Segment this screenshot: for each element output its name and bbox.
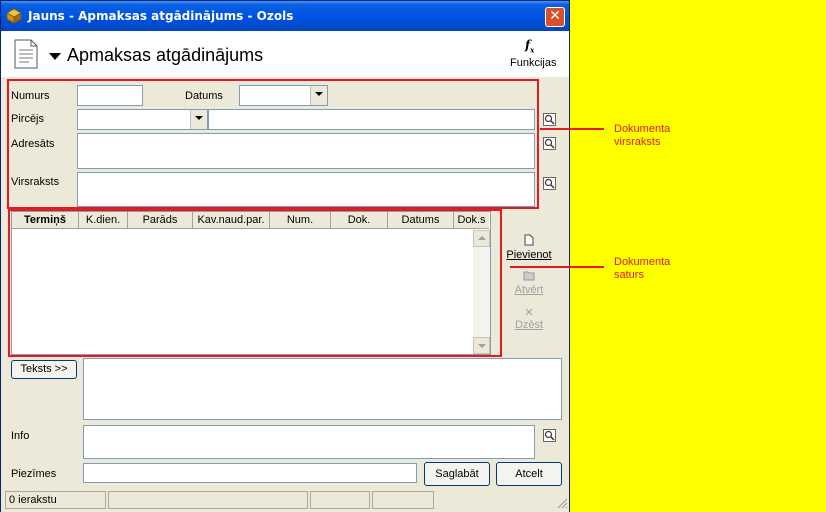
status-cell-2 [108, 491, 308, 509]
header-menu-arrow-icon[interactable] [49, 53, 61, 60]
content-highlight-box [8, 209, 502, 357]
cancel-button[interactable]: Atcelt [496, 462, 562, 486]
status-record-count: 0 ierakstu [5, 491, 106, 509]
lookup-icon[interactable] [543, 113, 556, 126]
notes-label: Piezīmes [11, 468, 57, 480]
app-window: Jauns - Apmaksas atgādinājums - Ozols ✕ … [0, 0, 570, 512]
content-annotation: Dokumenta saturs [614, 256, 671, 281]
folder-open-icon [523, 271, 535, 281]
functions-button[interactable]: Funkcijas [510, 57, 556, 69]
status-cell-4 [372, 491, 434, 509]
add-row-button[interactable]: Pievienot [503, 234, 555, 261]
document-icon [14, 39, 38, 69]
document-type-title: Apmaksas atgādinājums [67, 45, 264, 65]
app-icon [6, 8, 22, 24]
close-button[interactable]: ✕ [545, 7, 565, 27]
save-button[interactable]: Saglabāt [424, 462, 490, 486]
lookup-icon[interactable] [543, 137, 556, 150]
header-annotation-line [540, 128, 604, 130]
info-textarea[interactable] [83, 425, 535, 459]
text-textarea[interactable] [83, 358, 562, 420]
fx-icon[interactable]: fx [525, 38, 534, 54]
header-highlight-box [7, 79, 539, 209]
resize-grip-icon[interactable] [556, 497, 568, 509]
title-bar[interactable]: Jauns - Apmaksas atgādinājums - Ozols ✕ [1, 1, 569, 31]
delete-icon: ✕ [524, 307, 534, 319]
close-icon: ✕ [549, 8, 561, 24]
window-title: Jauns - Apmaksas atgādinājums - Ozols [28, 9, 294, 23]
content-annotation-line [510, 266, 604, 268]
text-toggle-button[interactable]: Teksts >> [11, 360, 77, 379]
info-label: Info [11, 430, 30, 442]
header-annotation: Dokumenta virsraksts [614, 123, 671, 148]
notes-input[interactable] [83, 463, 417, 483]
delete-row-button[interactable]: ✕ Dzēst [503, 306, 555, 331]
open-row-button[interactable]: Atvērt [503, 270, 555, 296]
status-cell-3 [310, 491, 370, 509]
document-header: Apmaksas atgādinājums fx Funkcijas [1, 31, 569, 77]
lookup-icon[interactable] [543, 177, 556, 190]
new-document-icon [524, 234, 534, 246]
lookup-icon[interactable] [543, 429, 556, 442]
